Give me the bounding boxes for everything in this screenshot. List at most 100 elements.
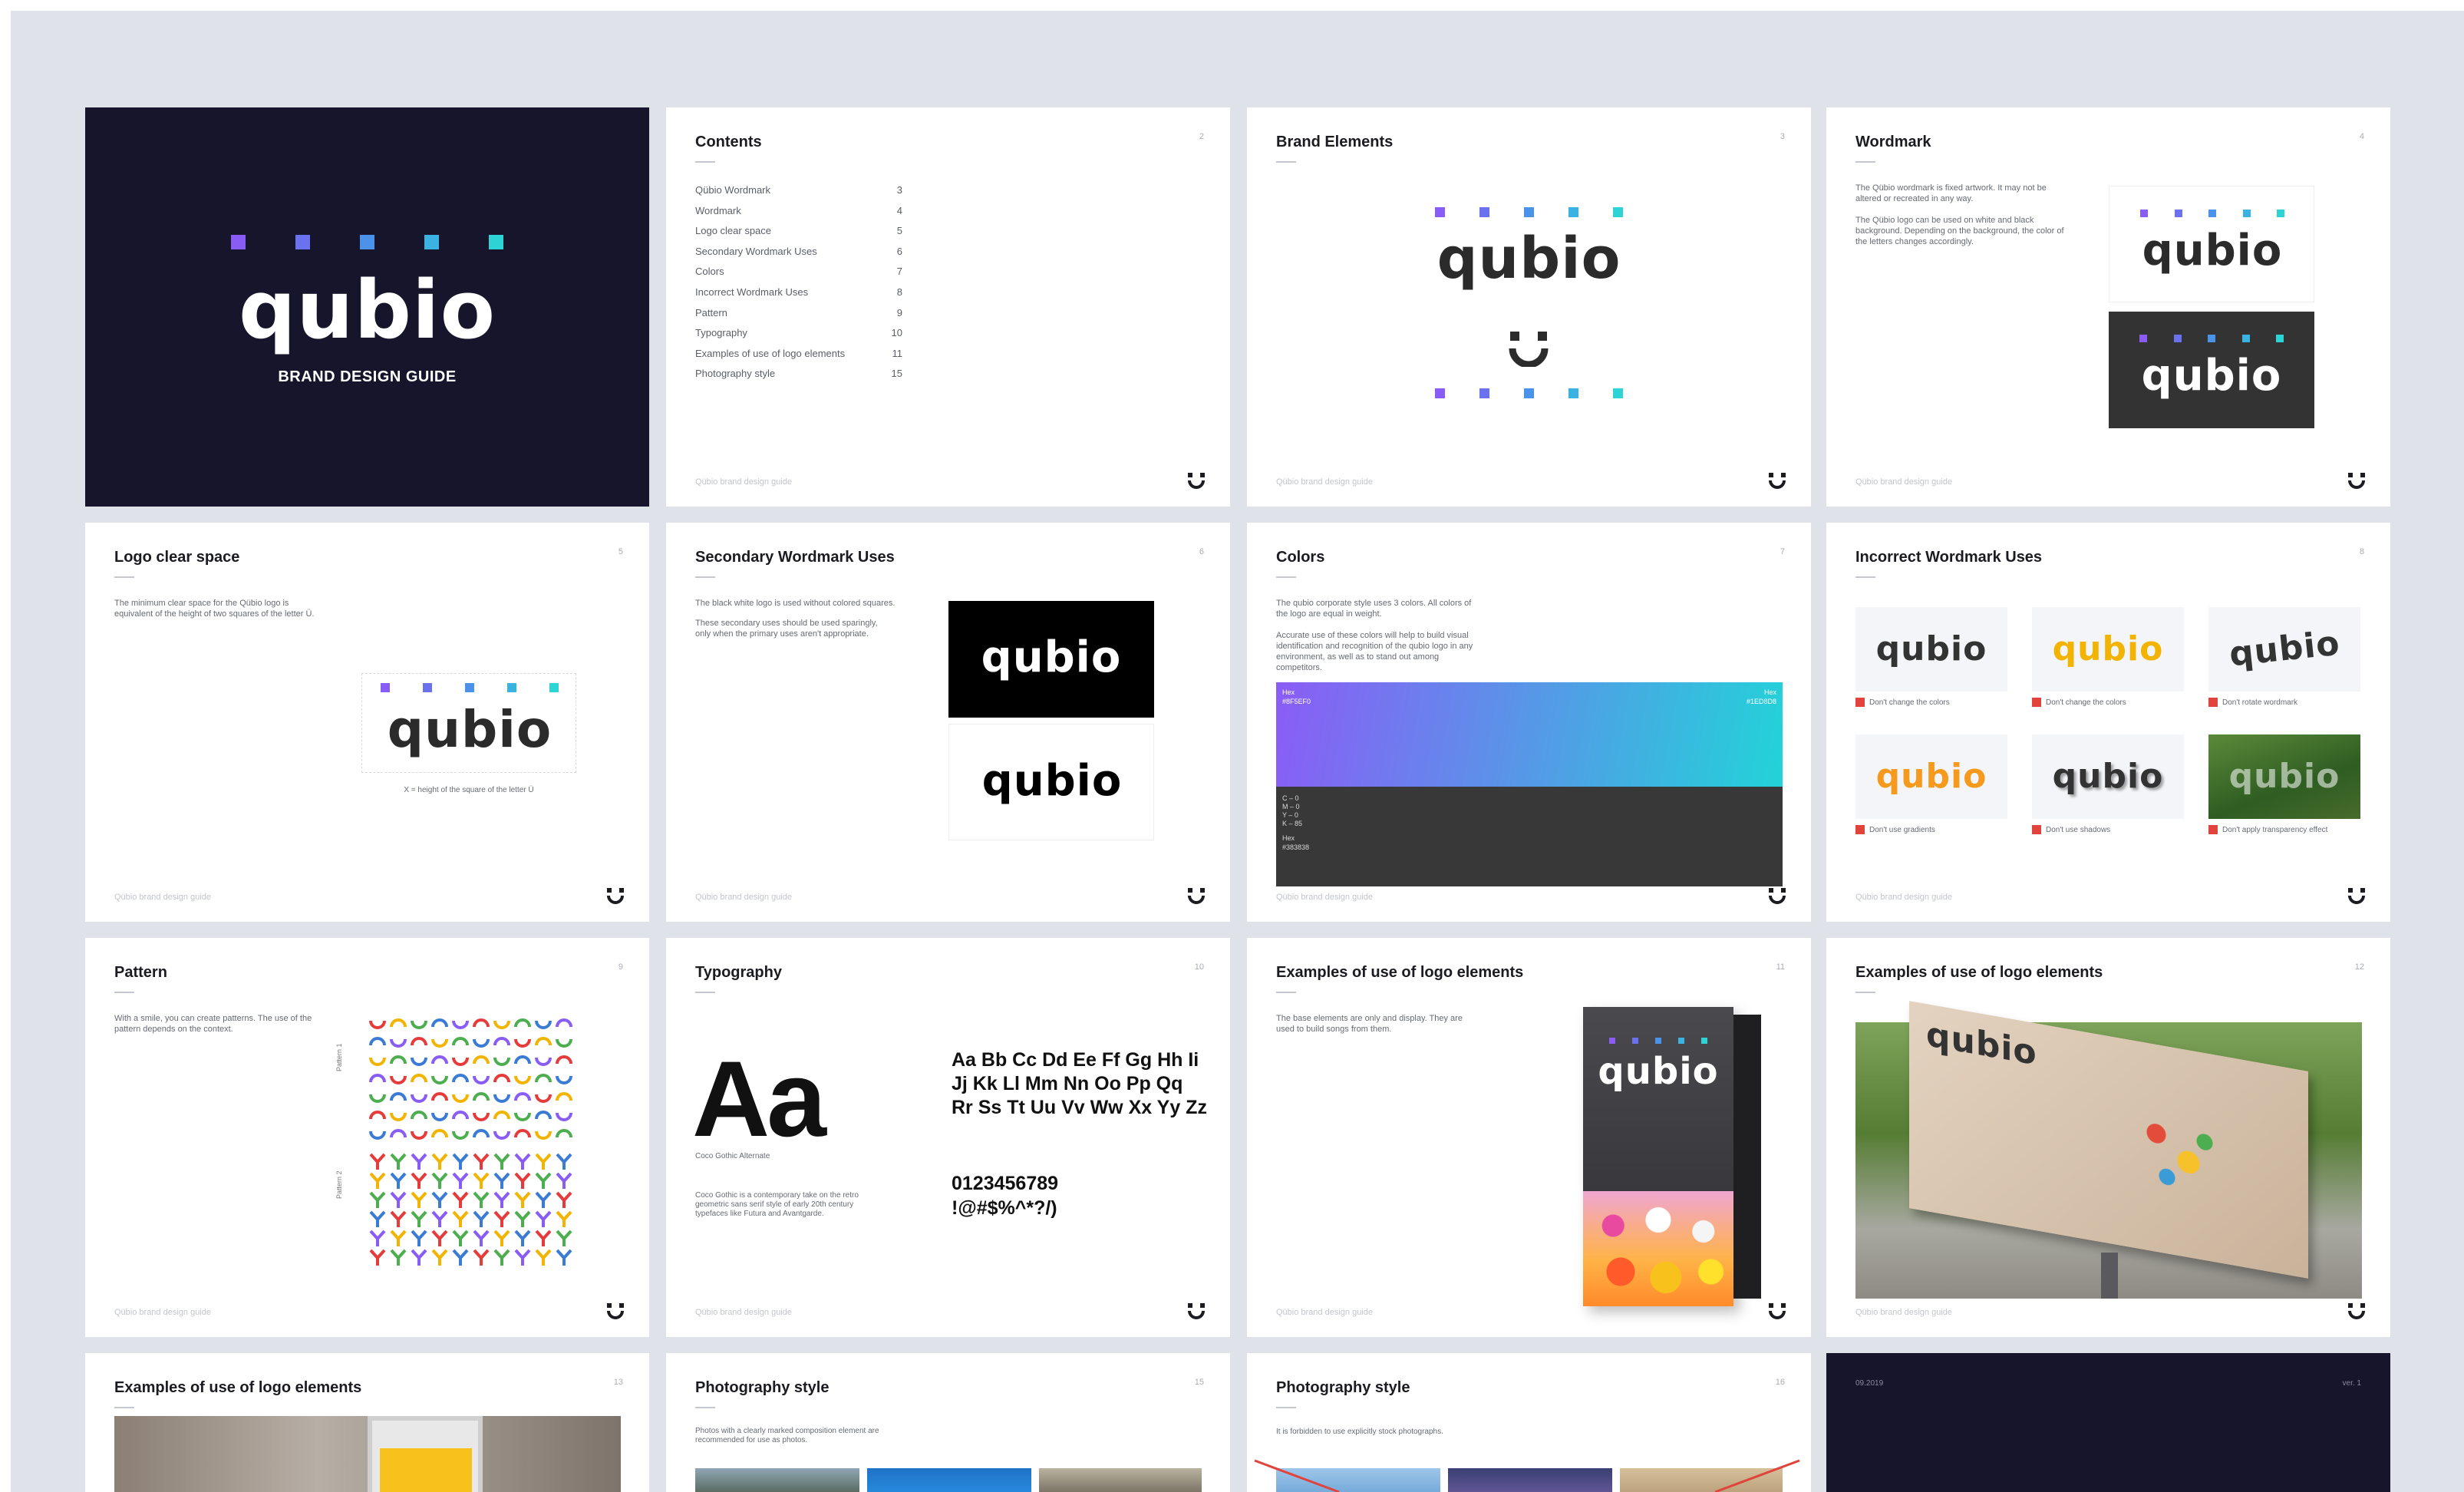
pattern-mark bbox=[514, 1112, 531, 1121]
logo-dot bbox=[2242, 210, 2251, 217]
slide-footer: Qübio brand design guide bbox=[1276, 477, 1373, 487]
logo-dot bbox=[1524, 388, 1534, 398]
incorrect-tile-4: qubio bbox=[1855, 734, 2007, 819]
slide-brand-elements[interactable]: Brand Elements 3 qubio Qübio brand desig… bbox=[1247, 107, 1811, 507]
logo-wordmark: qubio bbox=[2141, 351, 2282, 401]
incorrect-tile-5: qubio bbox=[2032, 734, 2184, 819]
slide-title: Examples of use of logo elements bbox=[1276, 964, 1524, 981]
end-version: ver. 1 bbox=[2342, 1379, 2361, 1388]
logo-dot bbox=[1435, 388, 1445, 398]
end-date: 09.2019 bbox=[1855, 1379, 1884, 1388]
pattern-mark bbox=[369, 1131, 386, 1140]
pattern-mark bbox=[493, 1057, 510, 1066]
slide-colors[interactable]: Colors 7 The qubio corporate style uses … bbox=[1247, 523, 1811, 922]
logo-dots bbox=[231, 235, 503, 249]
slide-photography-style-2[interactable]: Photography style 16 It is forbidden to … bbox=[1247, 1353, 1811, 1492]
slide-photography-style-1[interactable]: Photography style 15 Photos with a clear… bbox=[666, 1353, 1230, 1492]
pattern-mark bbox=[411, 1037, 427, 1046]
billboard-pole bbox=[2101, 1253, 2118, 1299]
clear-space-text: The minimum clear space for the Qübio lo… bbox=[114, 599, 315, 619]
pattern-mark bbox=[556, 1153, 572, 1170]
contents-item[interactable]: Photography style 15 bbox=[695, 368, 902, 388]
slide-footer: Qübio brand design guide bbox=[695, 477, 792, 487]
pattern-mark bbox=[514, 1210, 531, 1227]
contents-item[interactable]: Incorrect Wordmark Uses 8 bbox=[695, 286, 902, 307]
slide-typography[interactable]: Typography 10 Aa Coco Gothic Alternate C… bbox=[666, 938, 1230, 1337]
slide-incorrect-wordmark[interactable]: Incorrect Wordmark Uses 8 qubio qubio qu… bbox=[1826, 523, 2390, 922]
contents-item[interactable]: Typography 10 bbox=[695, 327, 902, 348]
smile-icon bbox=[1769, 888, 1786, 904]
pattern-mark bbox=[431, 1191, 448, 1208]
pattern-mark bbox=[535, 1037, 552, 1046]
slide-title: Logo clear space bbox=[114, 549, 240, 566]
logo-dots bbox=[381, 683, 559, 692]
logo-dot bbox=[2276, 335, 2284, 342]
street-photo bbox=[114, 1416, 621, 1492]
slide-footer: Qübio brand design guide bbox=[1276, 1308, 1373, 1317]
slide-pattern[interactable]: Pattern 9 With a smile, you can create p… bbox=[85, 938, 649, 1337]
slide-examples-billboard[interactable]: Examples of use of logo elements 12 qubi… bbox=[1826, 938, 2390, 1337]
slide-contents[interactable]: Contents 2 Qübio Wordmark 3 Wordmark 4 Logo … bbox=[666, 107, 1230, 507]
contents-item[interactable]: Pattern 9 bbox=[695, 307, 902, 328]
pattern-mark bbox=[514, 1055, 531, 1065]
contents-item[interactable]: Logo clear space 5 bbox=[695, 225, 902, 246]
pattern-mark bbox=[493, 1249, 510, 1266]
pattern-mark bbox=[556, 1249, 572, 1266]
incorrect-tile-6: qubio bbox=[2208, 734, 2360, 819]
pattern-mark bbox=[431, 1153, 448, 1170]
slide-logo-clear-space[interactable]: Logo clear space 5 The minimum clear spa… bbox=[85, 523, 649, 922]
slide-footer: Qübio brand design guide bbox=[695, 1308, 792, 1317]
pattern-mark bbox=[431, 1129, 448, 1138]
slide-secondary-wordmark[interactable]: Secondary Wordmark Uses 6 The black whit… bbox=[666, 523, 1230, 922]
logo-dot bbox=[1701, 1038, 1707, 1044]
secondary-white-box: qubio bbox=[948, 724, 1154, 840]
contents-item[interactable]: Examples of use of logo elements 11 bbox=[695, 348, 902, 368]
logo-dots bbox=[2140, 210, 2284, 217]
pattern-mark bbox=[556, 1038, 572, 1048]
contents-item-label: Typography bbox=[695, 327, 747, 339]
slide-cover[interactable]: qubio BRAND DESIGN GUIDE bbox=[85, 107, 649, 507]
pattern-mark bbox=[411, 1249, 427, 1266]
pattern-mark bbox=[431, 1018, 448, 1028]
slide-footer: Qübio brand design guide bbox=[114, 893, 211, 902]
contents-item[interactable]: Wordmark 4 bbox=[695, 205, 902, 226]
pattern-mark bbox=[473, 1210, 490, 1227]
smile-icon bbox=[607, 888, 624, 904]
slide-examples-street[interactable]: Examples of use of logo elements 13 bbox=[85, 1353, 649, 1492]
slide-wordmark[interactable]: Wordmark 4 The Qübio wordmark is fixed a… bbox=[1826, 107, 2390, 507]
typography-sample: Aa bbox=[692, 1038, 826, 1159]
alphabet-sample: Aa Bb Cc Dd Ee Ff Gg Hh Ii Jj Kk Ll Mm N… bbox=[952, 1049, 1207, 1118]
slide-end[interactable]: 09.2019 ver. 1 bbox=[1826, 1353, 2390, 1492]
contents-item-page: 6 bbox=[896, 245, 902, 257]
title-underline bbox=[1276, 576, 1296, 578]
logo-dots bbox=[1609, 1038, 1707, 1044]
sign-post bbox=[368, 1416, 483, 1492]
logo-dot bbox=[2208, 335, 2215, 342]
slide-title: Incorrect Wordmark Uses bbox=[1855, 549, 2043, 566]
contents-item[interactable]: Secondary Wordmark Uses 6 bbox=[695, 246, 902, 266]
slide-examples-box[interactable]: Examples of use of logo elements 11 The … bbox=[1247, 938, 1811, 1337]
logo-dot bbox=[2139, 335, 2147, 342]
pattern-mark bbox=[411, 1172, 427, 1189]
contents-item-page: 8 bbox=[896, 286, 902, 298]
page-number: 4 bbox=[2359, 132, 2364, 141]
logo-dot bbox=[1479, 207, 1489, 217]
pattern-mark bbox=[431, 1210, 448, 1227]
dark-swatch: C – 0 M – 0 Y – 0 K – 85 Hex #383838 bbox=[1276, 787, 1783, 886]
pattern-mark bbox=[411, 1210, 427, 1227]
contents-item-label: Examples of use of logo elements bbox=[695, 347, 846, 359]
slide-title: Examples of use of logo elements bbox=[1855, 964, 2103, 981]
slide-footer: Qübio brand design guide bbox=[1276, 893, 1373, 902]
contents-item-page: 5 bbox=[896, 225, 902, 237]
pattern-mark bbox=[473, 1249, 490, 1266]
pattern-mark bbox=[411, 1074, 427, 1083]
pattern-mark bbox=[473, 1092, 490, 1101]
secondary-text-2: These secondary uses should be used spar… bbox=[695, 619, 878, 639]
wordmark-text-2: The Qübio logo can be used on white and … bbox=[1855, 216, 2064, 246]
pattern-mark bbox=[452, 1057, 469, 1066]
logo-dot bbox=[360, 235, 374, 249]
pattern-mark bbox=[556, 1172, 572, 1189]
contents-item[interactable]: Colors 7 bbox=[695, 266, 902, 286]
contents-item[interactable]: Qübio Wordmark 3 bbox=[695, 184, 902, 205]
pattern-mark bbox=[390, 1129, 407, 1138]
